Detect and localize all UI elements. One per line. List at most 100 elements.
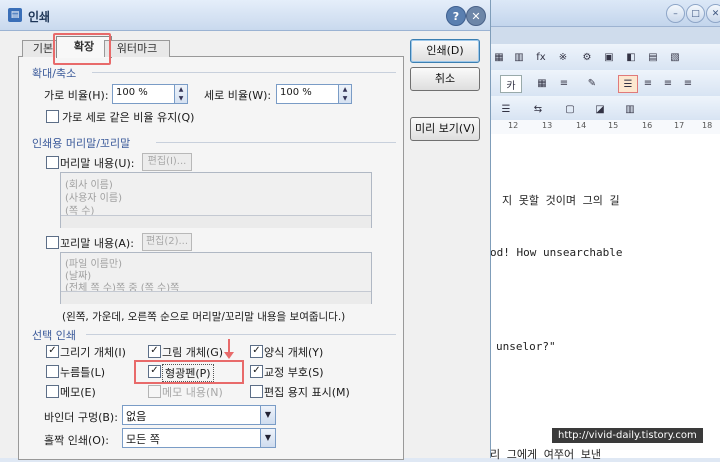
formula-icon[interactable]: fx — [534, 49, 548, 65]
background-toolbar-1: ▦ ▥ fx ※ ⚙ ▣ ◧ ▤ ▧ — [490, 44, 720, 71]
cancel-button[interactable]: 취소 — [410, 67, 480, 91]
memo-content-checkbox[interactable] — [148, 385, 161, 398]
odd-even-label: 홀짝 인쇄(O): — [44, 434, 109, 447]
ruler-tick: 15 — [608, 121, 619, 130]
maximize-icon[interactable]: □ — [686, 4, 705, 23]
vertical-ratio-label: 세로 비율(W): — [204, 89, 272, 102]
header-content-list[interactable]: (회사 이름) (사용자 이름) (쪽 수) — [60, 172, 372, 228]
image-icon[interactable]: ▣ — [602, 49, 616, 65]
header-edit-button[interactable]: 편집(I)... — [142, 153, 192, 171]
list-hscroll[interactable] — [61, 291, 371, 304]
ruler-tick: 16 — [642, 121, 653, 130]
header-footer-note: (왼쪽, 가운데, 오른쪽 순으로 머리말/꼬리말 내용을 보여줍니다.) — [62, 311, 346, 323]
line-spacing-icon[interactable]: ≡ — [556, 75, 572, 91]
fill-icon[interactable]: ◪ — [590, 101, 610, 117]
section-divider — [86, 334, 396, 335]
document-area[interactable]: 지 못할 것이며 그의 길 od! How unsearchable unsel… — [490, 134, 720, 461]
header-checkbox[interactable] — [46, 156, 59, 169]
ruler-tick: 12 — [508, 121, 519, 130]
footer-label: 꼬리말 내용(A): — [60, 237, 134, 250]
align-justify-icon[interactable]: ☰ — [618, 75, 638, 93]
form-object-checkbox[interactable]: ✓ — [250, 345, 263, 358]
paper-border-label: 편집 용지 표시(M) — [264, 386, 350, 399]
click-field-label: 누름틀(L) — [60, 366, 106, 379]
indent-icon[interactable]: ☰ — [494, 101, 518, 117]
section-title-selective-print: 선택 인쇄 — [32, 329, 76, 342]
form-object-label: 양식 개체(Y) — [264, 346, 324, 359]
char-spacing-icon[interactable]: ▦ — [534, 75, 550, 91]
ruler-tick: 13 — [542, 121, 553, 130]
close-button[interactable]: ✕ — [466, 6, 486, 26]
font-size-button[interactable]: 카 — [500, 75, 522, 93]
align-center-icon[interactable]: ≡ — [660, 75, 676, 91]
doc-line: unselor?" — [496, 340, 556, 353]
memo-label: 메모(E) — [60, 386, 96, 399]
chevron-down-icon[interactable]: ▼ — [260, 406, 275, 424]
footer-checkbox[interactable] — [46, 236, 59, 249]
column-icon[interactable]: ▥ — [620, 101, 640, 117]
section-divider — [92, 72, 396, 73]
keep-ratio-checkbox[interactable] — [46, 110, 59, 123]
section-divider — [156, 142, 396, 143]
drawing-object-checkbox[interactable]: ✓ — [46, 345, 59, 358]
section-title-scale: 확대/축소 — [32, 67, 77, 80]
keep-ratio-label: 가로 세로 같은 비율 유지(Q) — [62, 111, 195, 124]
table-icon[interactable]: ▦ — [492, 49, 506, 65]
doc-line: od! How unsearchable — [490, 246, 623, 259]
print-button[interactable]: 인쇄(D) — [410, 39, 480, 63]
memo-content-label: 메모 내용(N) — [162, 386, 223, 399]
preview-button[interactable]: 미리 보기(V) — [410, 117, 480, 141]
list-hscroll[interactable] — [61, 215, 371, 228]
spinner-arrows-icon[interactable]: ▲ ▼ — [174, 85, 187, 103]
chevron-down-icon[interactable]: ▼ — [260, 429, 275, 447]
binder-select[interactable]: 없음 ▼ — [122, 405, 276, 425]
highlight-color-icon[interactable]: ✎ — [582, 75, 602, 91]
close-icon[interactable]: ✕ — [706, 4, 720, 23]
vertical-ratio-spinner[interactable]: 100 % ▲ ▼ — [276, 84, 352, 104]
ruler: 12 13 14 15 16 17 18 — [490, 120, 720, 135]
odd-even-select[interactable]: 모든 쪽 ▼ — [122, 428, 276, 448]
binder-value: 없음 — [126, 410, 147, 423]
memo-checkbox[interactable] — [46, 385, 59, 398]
style-icon[interactable]: ⚙ — [580, 49, 594, 65]
border-icon[interactable]: ▢ — [560, 101, 580, 117]
chart-icon[interactable]: ▥ — [512, 49, 526, 65]
watermark: http://vivid-daily.tistory.com — [552, 428, 703, 443]
odd-even-value: 모든 쪽 — [126, 433, 160, 446]
paragraph-spacing-icon[interactable]: ⇆ — [526, 101, 550, 117]
minimize-icon[interactable]: – — [666, 4, 685, 23]
binder-label: 바인더 구멍(B): — [44, 411, 118, 424]
horizontal-ratio-spinner[interactable]: 100 % ▲ ▼ — [112, 84, 188, 104]
align-left-icon[interactable]: ≡ — [640, 75, 656, 91]
symbol-icon[interactable]: ※ — [556, 49, 570, 65]
background-toolbar-3: ☰ ⇆ ▢ ◪ ▥ — [490, 96, 720, 121]
tab-highlight-annotation — [53, 33, 111, 65]
proof-mark-checkbox[interactable]: ✓ — [250, 365, 263, 378]
tab-watermark[interactable]: 워터마크 — [104, 40, 170, 57]
paper-border-checkbox[interactable] — [250, 385, 263, 398]
align-right-icon[interactable]: ≡ — [680, 75, 696, 91]
help-button[interactable]: ? — [446, 6, 466, 26]
horizontal-ratio-value: 100 % — [116, 87, 148, 98]
section-title-header-footer: 인쇄용 머리말/꼬리말 — [32, 137, 131, 150]
note-icon[interactable]: ▧ — [668, 49, 682, 65]
background-toolbar-2: 카 ▦ ≡ ✎ ☰ ≡ ≡ ≡ — [490, 70, 720, 97]
shape-icon[interactable]: ◧ — [624, 49, 638, 65]
doc-line: 리 그에게 여쭈어 보낸 — [490, 448, 601, 461]
proof-mark-label: 교정 부호(S) — [264, 366, 324, 379]
printer-icon: ▤ — [8, 8, 22, 22]
doc-line: 지 못할 것이며 그의 길 — [502, 194, 620, 207]
spinner-arrows-icon[interactable]: ▲ ▼ — [338, 85, 351, 103]
picture-object-checkbox[interactable]: ✓ — [148, 345, 161, 358]
textbox-icon[interactable]: ▤ — [646, 49, 660, 65]
annotation-arrow-icon — [224, 352, 234, 359]
dialog-titlebar — [0, 0, 490, 31]
footer-edit-button[interactable]: 편집(2)... — [142, 233, 192, 251]
header-label: 머리말 내용(U): — [60, 157, 135, 170]
footer-content-list[interactable]: (파일 이름만) (날짜) (전체 쪽 수)쪽 중 (쪽 수)쪽 — [60, 252, 372, 304]
ruler-tick: 14 — [576, 121, 587, 130]
highlighter-highlight-annotation — [134, 360, 244, 384]
click-field-checkbox[interactable] — [46, 365, 59, 378]
vertical-ratio-value: 100 % — [280, 87, 312, 98]
drawing-object-label: 그리기 개체(I) — [60, 346, 126, 359]
